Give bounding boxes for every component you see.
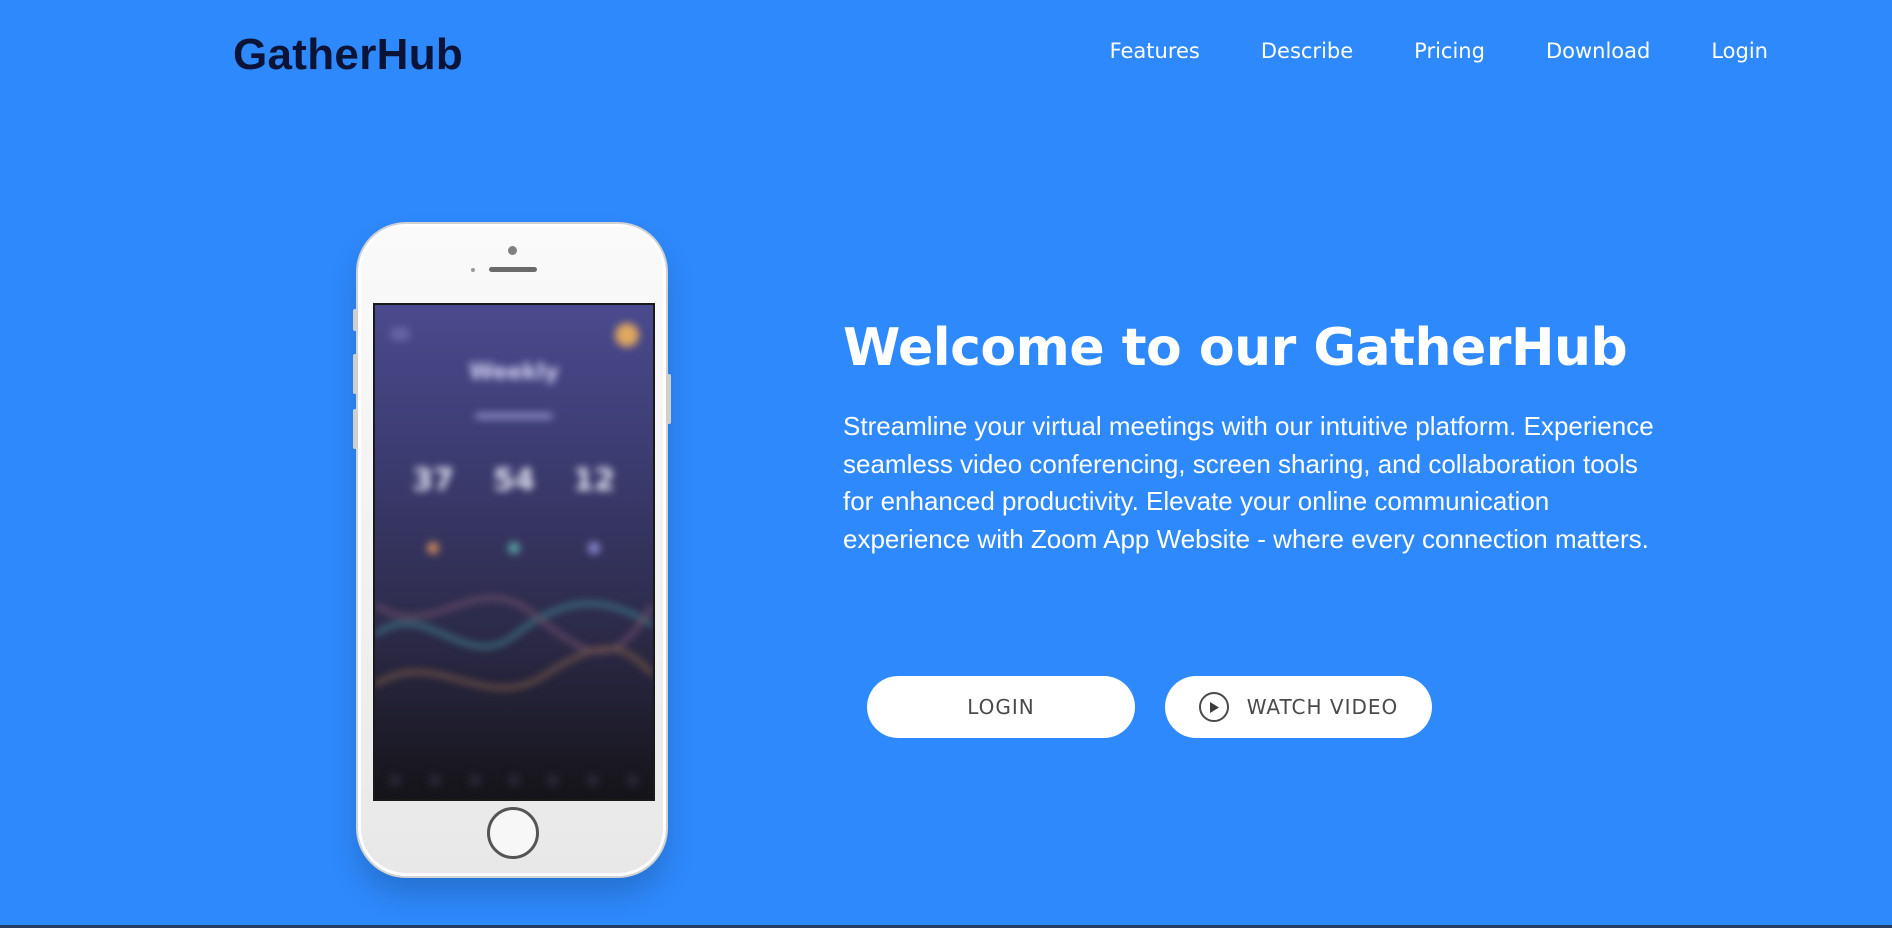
phone-dot-teal bbox=[508, 542, 520, 554]
main-nav: Features Describe Pricing Download Login bbox=[1110, 36, 1768, 66]
phone-menu-icon bbox=[391, 329, 409, 332]
watch-video-label: WATCH VIDEO bbox=[1246, 695, 1399, 719]
phone-screen-heading: Weekly bbox=[469, 360, 559, 385]
nav-link-download[interactable]: Download bbox=[1546, 36, 1650, 66]
hero-description: Streamline your virtual meetings with ou… bbox=[843, 411, 1654, 554]
phone-stat-3: 12 bbox=[573, 463, 615, 498]
phone-bottom-dots bbox=[389, 774, 639, 786]
hero-title: Welcome to our GatherHub bbox=[843, 318, 1628, 378]
page: GatherHub Features Describe Pricing Down… bbox=[0, 0, 1892, 928]
nav-link-login[interactable]: Login bbox=[1711, 36, 1768, 66]
nav-link-features[interactable]: Features bbox=[1110, 36, 1200, 66]
phone-screen-content: Weekly 37 54 12 bbox=[375, 305, 653, 799]
phone-avatar bbox=[615, 323, 639, 347]
phone-camera bbox=[508, 246, 517, 255]
nav-link-describe[interactable]: Describe bbox=[1261, 36, 1353, 66]
phone-volume-down bbox=[353, 409, 358, 449]
phone-screen: Weekly 37 54 12 bbox=[373, 303, 655, 801]
phone-mockup: Weekly 37 54 12 bbox=[353, 224, 671, 876]
phone-volume-up bbox=[353, 354, 358, 394]
phone-stat-2: 54 bbox=[493, 463, 535, 498]
phone-wave-teal bbox=[375, 601, 653, 649]
phone-menu-icon-line bbox=[391, 336, 409, 339]
play-triangle bbox=[1209, 701, 1219, 713]
phone-sensor bbox=[471, 268, 475, 272]
phone-dot-orange bbox=[427, 542, 439, 554]
play-circle-icon bbox=[1198, 692, 1229, 722]
phone-screen-illustration: Weekly 37 54 12 bbox=[375, 323, 653, 786]
phone-home-button bbox=[487, 807, 539, 859]
phone-wave-orange bbox=[375, 646, 653, 690]
phone-speaker bbox=[489, 267, 537, 272]
nav-link-pricing[interactable]: Pricing bbox=[1414, 36, 1485, 66]
login-button[interactable]: LOGIN bbox=[867, 676, 1135, 738]
phone-dot-purple bbox=[588, 542, 600, 554]
login-button-label: LOGIN bbox=[967, 695, 1035, 719]
watch-video-button[interactable]: WATCH VIDEO bbox=[1165, 676, 1432, 738]
brand-logo[interactable]: GatherHub bbox=[233, 30, 463, 80]
phone-stat-1: 37 bbox=[412, 463, 454, 498]
phone-power-button bbox=[666, 374, 671, 424]
phone-subheading-bar bbox=[475, 413, 553, 419]
phone-side-button bbox=[353, 309, 358, 331]
